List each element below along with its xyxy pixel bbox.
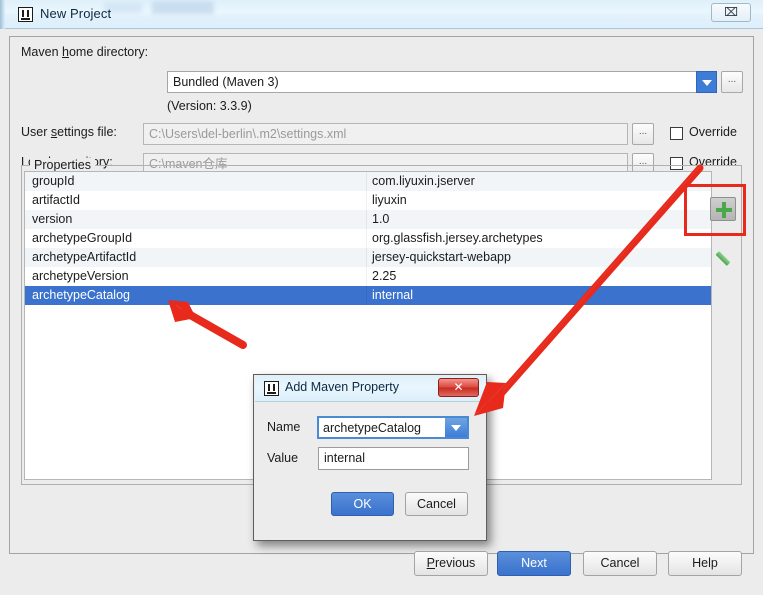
maven-home-input[interactable]: Bundled (Maven 3) bbox=[167, 71, 697, 93]
property-key: artifactId bbox=[32, 193, 80, 207]
property-value: 2.25 bbox=[372, 269, 397, 283]
property-value: liyuxin bbox=[372, 193, 407, 207]
properties-group-legend: Properties bbox=[30, 158, 95, 172]
add-property-button[interactable] bbox=[710, 197, 736, 221]
close-glyph: ⌧ bbox=[724, 5, 738, 19]
add-maven-property-dialog: Add Maven Property ✕ Name archetypeCatal… bbox=[253, 374, 487, 541]
table-row[interactable]: version 1.0 bbox=[25, 210, 711, 229]
property-key: archetypeCatalog bbox=[32, 288, 130, 302]
dialog-content: Maven home directory: Bundled (Maven 3) … bbox=[0, 29, 763, 595]
titlebar-blur-artifact bbox=[152, 1, 214, 14]
maven-home-browse-button[interactable]: ... bbox=[721, 71, 743, 93]
dialog-name-combobox[interactable]: archetypeCatalog bbox=[317, 416, 469, 439]
property-key: archetypeVersion bbox=[32, 269, 129, 283]
new-project-window: New Project ⌧ Maven home directory: Bund… bbox=[0, 0, 763, 595]
window-title: New Project bbox=[40, 6, 112, 21]
chevron-down-icon[interactable] bbox=[696, 71, 717, 93]
close-glyph: ✕ bbox=[453, 380, 464, 394]
user-settings-browse-button[interactable]: ... bbox=[632, 123, 654, 145]
dialog-value-label: Value bbox=[267, 451, 299, 465]
dialog-name-value: archetypeCatalog bbox=[323, 421, 421, 435]
dialog-cancel-button[interactable]: Cancel bbox=[405, 492, 468, 516]
property-value: jersey-quickstart-webapp bbox=[372, 250, 511, 264]
user-settings-input[interactable]: C:\Users\del-berlin\.m2\settings.xml bbox=[143, 123, 628, 145]
table-row[interactable]: archetypeVersion 2.25 bbox=[25, 267, 711, 286]
column-divider bbox=[366, 229, 367, 248]
table-row[interactable]: artifactId liyuxin bbox=[25, 191, 711, 210]
edit-property-button[interactable] bbox=[712, 251, 734, 275]
pencil-icon bbox=[715, 251, 731, 266]
table-row[interactable]: archetypeCatalog internal bbox=[25, 286, 711, 305]
property-value: org.glassfish.jersey.archetypes bbox=[372, 231, 543, 245]
previous-button[interactable]: Previous bbox=[414, 551, 488, 576]
help-button[interactable]: Help bbox=[668, 551, 742, 576]
next-button[interactable]: Next bbox=[497, 551, 571, 576]
cancel-button[interactable]: Cancel bbox=[583, 551, 657, 576]
property-key: groupId bbox=[32, 174, 75, 188]
intellij-idea-icon bbox=[264, 381, 279, 396]
property-key: archetypeGroupId bbox=[32, 231, 133, 245]
table-row[interactable]: archetypeGroupId org.glassfish.jersey.arc… bbox=[25, 229, 711, 248]
property-key: version bbox=[32, 212, 73, 226]
chevron-down-icon[interactable] bbox=[445, 418, 467, 437]
dialog-name-label: Name bbox=[267, 420, 301, 434]
user-settings-override-label: Override bbox=[689, 125, 737, 139]
plus-icon bbox=[716, 208, 732, 212]
property-key: archetypeArtifactId bbox=[32, 250, 137, 264]
window-left-edge bbox=[0, 0, 5, 29]
user-settings-label: User settings file: bbox=[21, 125, 117, 139]
dialog-title: Add Maven Property bbox=[285, 380, 399, 394]
window-titlebar: New Project ⌧ bbox=[0, 0, 763, 29]
table-row[interactable]: archetypeArtifactId jersey-quickstart-web… bbox=[25, 248, 711, 267]
table-row[interactable]: groupId com.liyuxin.jserver bbox=[25, 172, 711, 191]
column-divider bbox=[366, 210, 367, 229]
intellij-idea-icon bbox=[18, 7, 33, 22]
dialog-ok-button[interactable]: OK bbox=[331, 492, 394, 516]
column-divider bbox=[366, 191, 367, 210]
dialog-value-input[interactable]: internal bbox=[318, 447, 469, 470]
column-divider bbox=[366, 248, 367, 267]
maven-home-label: Maven home directory: bbox=[21, 45, 149, 59]
column-divider bbox=[366, 286, 367, 305]
close-icon[interactable]: ⌧ bbox=[711, 3, 751, 22]
property-value: com.liyuxin.jserver bbox=[372, 174, 475, 188]
column-divider bbox=[366, 172, 367, 191]
checkbox-box bbox=[670, 127, 683, 140]
dialog-titlebar: Add Maven Property ✕ bbox=[255, 376, 485, 402]
property-value: 1.0 bbox=[372, 212, 390, 226]
dialog-close-icon[interactable]: ✕ bbox=[438, 378, 479, 397]
property-value: internal bbox=[372, 288, 413, 302]
column-divider bbox=[366, 267, 367, 286]
maven-version-note: (Version: 3.3.9) bbox=[167, 99, 252, 113]
